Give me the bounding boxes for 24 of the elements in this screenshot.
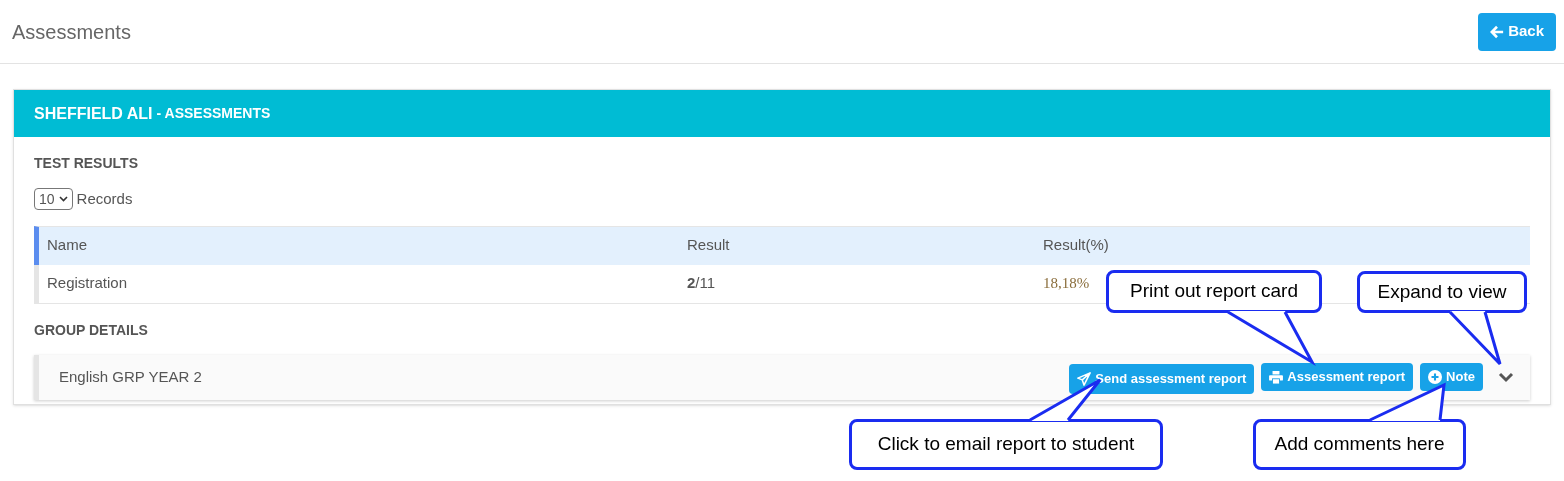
section-heading: GROUP DETAILS [34, 320, 149, 340]
column-header: Name [47, 235, 87, 256]
section-heading: TEST RESULTS [34, 154, 139, 173]
action-button[interactable]: Note [1420, 363, 1483, 391]
plus-circle-icon [1428, 370, 1443, 384]
table-cell-text: 18,18% [1043, 274, 1090, 294]
back-button[interactable]: Back [1478, 12, 1556, 51]
action-button[interactable]: Send assessment report [1069, 364, 1255, 394]
action-button[interactable]: Assessment report [1261, 363, 1414, 391]
paper-plane-icon [1077, 372, 1092, 386]
column-header: Result [687, 235, 730, 256]
table-cell-text: 2/11 [687, 273, 716, 294]
page-title: Assessments [12, 19, 131, 45]
printer-icon [1269, 370, 1284, 384]
column-header: Result(%) [1043, 235, 1109, 256]
group-name: English GRP YEAR 2 [59, 366, 203, 387]
arrow-left-icon [1490, 24, 1505, 39]
table-cell-text: Registration [47, 273, 128, 294]
chevron-down-icon[interactable] [1498, 371, 1514, 383]
chevron-down-icon [58, 196, 68, 203]
card-subtitle: - ASSESSMENTS [156, 104, 271, 123]
card-title: SHEFFIELD ALI [34, 103, 153, 124]
page-size-select[interactable]: 10 [34, 188, 73, 211]
records-label: Records [76, 189, 133, 209]
